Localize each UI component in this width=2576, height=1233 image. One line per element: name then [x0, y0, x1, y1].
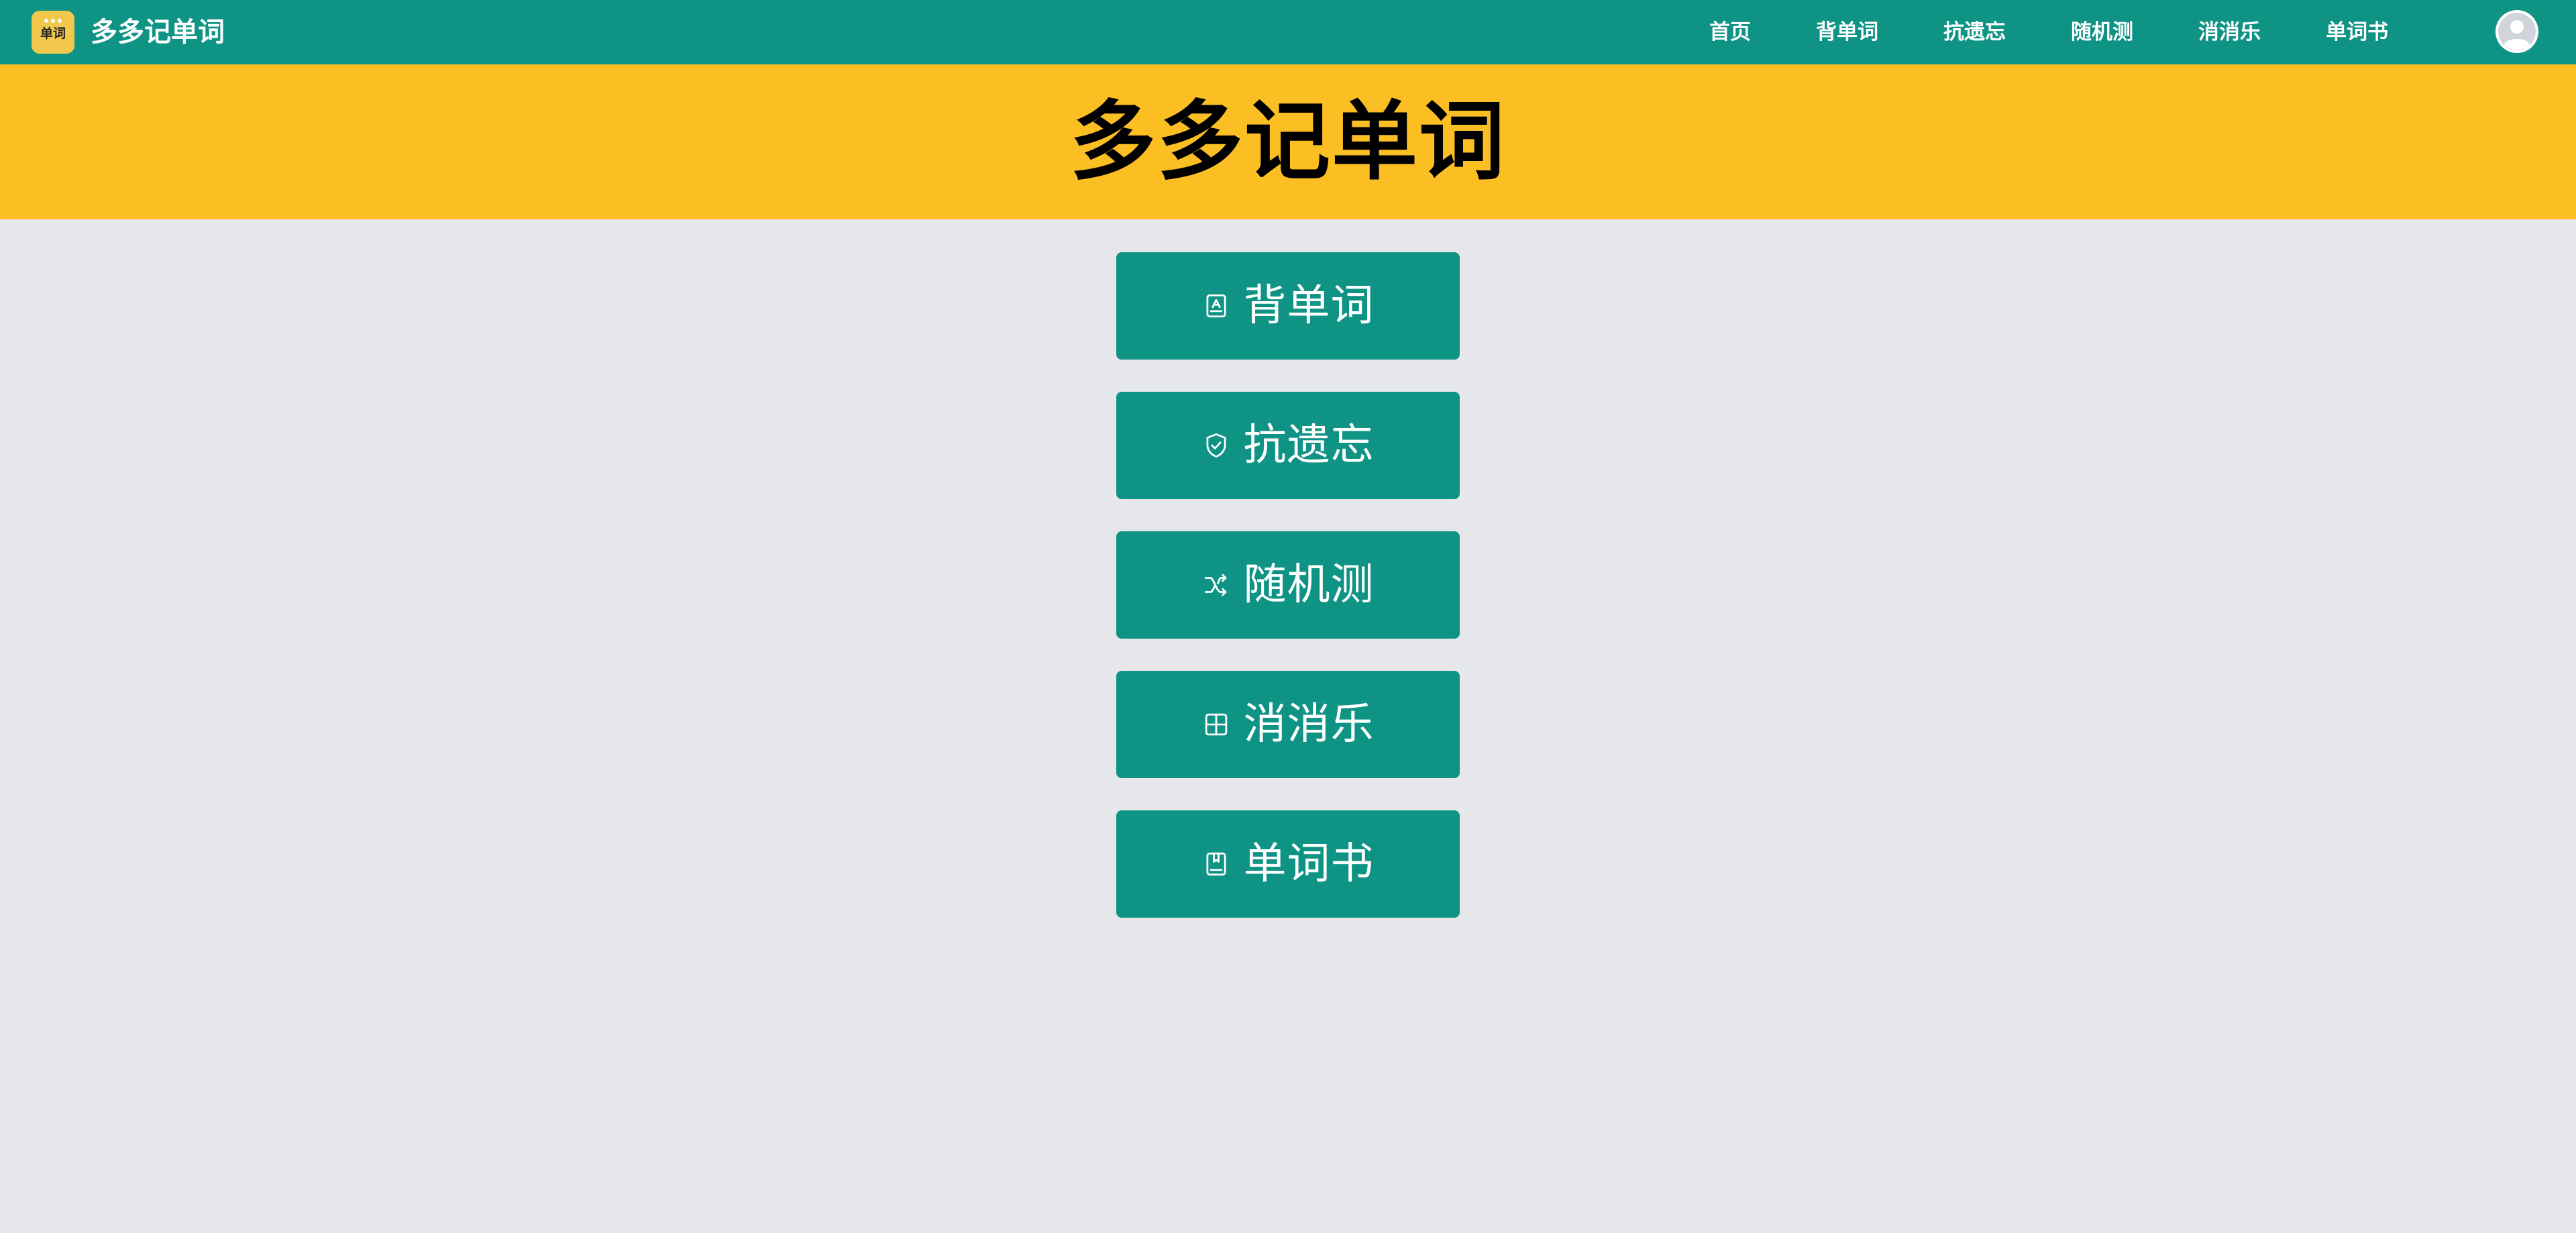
nav-memorize[interactable]: 背单词	[1816, 0, 1878, 64]
avatar-silhouette-icon	[2496, 11, 2538, 52]
memorize-label: 背单词	[1243, 281, 1375, 331]
anti-forget-button[interactable]: 抗遗忘	[1116, 392, 1460, 499]
match-game-label: 消消乐	[1243, 700, 1375, 749]
top-navbar: 单词 多多记单词 首页 背单词 抗遗忘 随机测 消消乐 单词书	[0, 0, 2576, 64]
memorize-button[interactable]: 背单词	[1116, 252, 1460, 360]
nav-home[interactable]: 首页	[1709, 0, 1751, 64]
nav-word-book[interactable]: 单词书	[2326, 0, 2388, 64]
title-banner: 多多记单词	[0, 64, 2576, 219]
anti-forget-label: 抗遗忘	[1243, 421, 1375, 470]
match-game-button[interactable]: 消消乐	[1116, 671, 1460, 778]
nav-links: 首页 背单词 抗遗忘 随机测 消消乐 单词书	[1709, 0, 2453, 64]
shuffle-icon	[1202, 571, 1230, 599]
bookmark-book-icon	[1202, 850, 1230, 878]
random-test-button[interactable]: 随机测	[1116, 531, 1460, 639]
shield-check-icon	[1202, 431, 1230, 460]
logo-text: 单词	[40, 26, 66, 41]
grid-icon	[1202, 710, 1230, 739]
app-logo[interactable]: 单词	[32, 11, 74, 54]
user-avatar-icon[interactable]	[2496, 10, 2538, 53]
brand-name[interactable]: 多多记单词	[91, 10, 225, 54]
word-book-label: 单词书	[1243, 839, 1375, 889]
random-test-label: 随机测	[1243, 560, 1375, 610]
page-title: 多多记单词	[1069, 92, 1506, 192]
brand[interactable]: 单词 多多记单词	[32, 10, 225, 54]
nav-anti-forget[interactable]: 抗遗忘	[1943, 0, 2006, 64]
nav-random-test[interactable]: 随机测	[2071, 0, 2133, 64]
book-icon	[1202, 292, 1230, 320]
word-book-button[interactable]: 单词书	[1116, 810, 1460, 918]
nav-match-game[interactable]: 消消乐	[2198, 0, 2261, 64]
main-menu: 背单词 抗遗忘 随机测 消消乐 单词书	[1116, 252, 1460, 950]
logo-dots	[32, 17, 74, 23]
